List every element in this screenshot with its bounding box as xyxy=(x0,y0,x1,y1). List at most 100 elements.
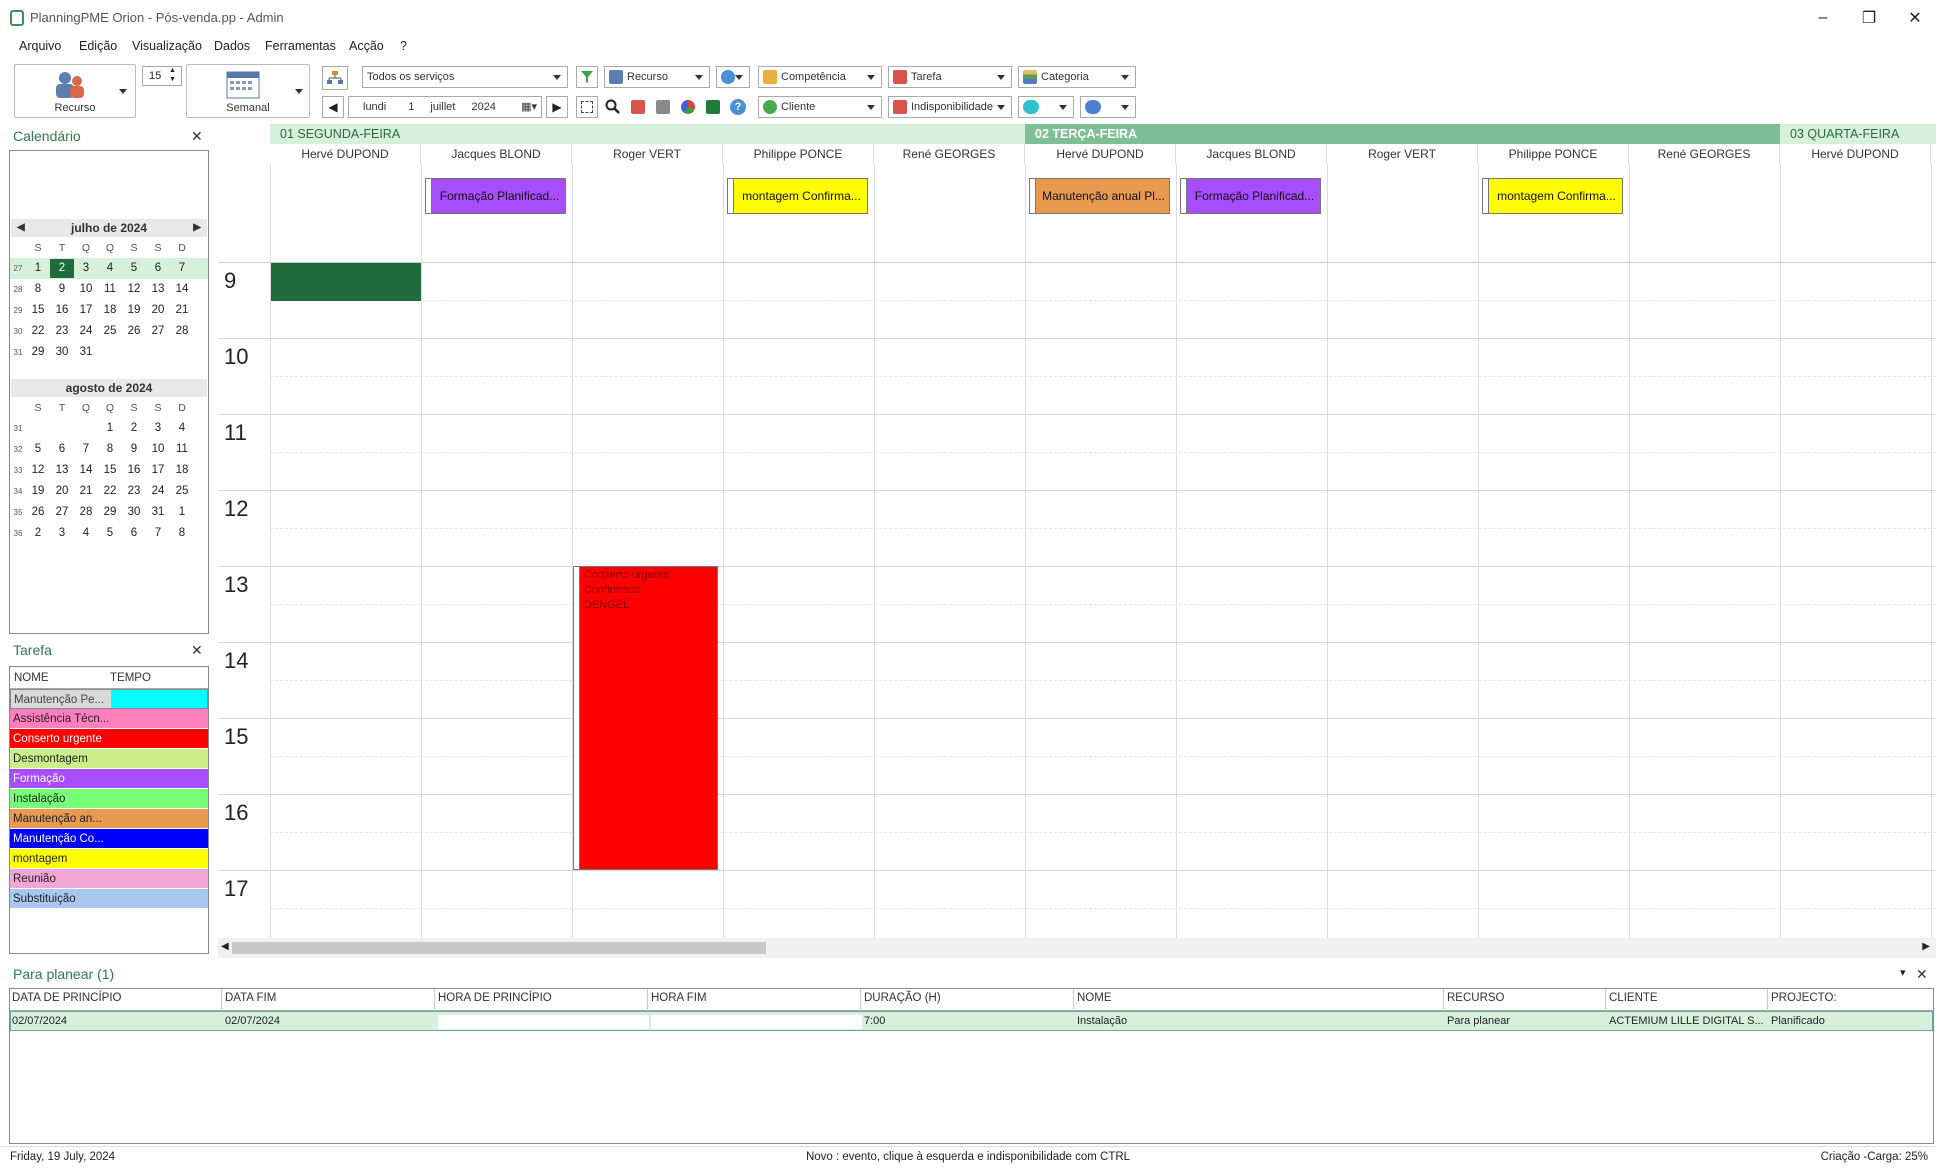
calendar-day[interactable]: 19 xyxy=(26,482,50,501)
day-header[interactable]: 02 TERÇA-FEIRA xyxy=(1025,124,1780,144)
task-row[interactable]: Manutenção Pe... xyxy=(10,689,208,709)
calendar-day[interactable]: 29 xyxy=(26,343,50,362)
calendar-day[interactable]: 4 xyxy=(98,259,122,278)
day-header[interactable]: 01 SEGUNDA-FEIRA xyxy=(270,124,1025,144)
to-plan-row[interactable]: 02/07/2024 02/07/2024 7:00 Instalação Para p… xyxy=(10,1011,1933,1031)
calendar-day[interactable]: 27 xyxy=(50,503,74,522)
to-plan-column-header[interactable]: HORA FIM xyxy=(651,992,707,1004)
menu-arquivo[interactable]: Arquivo xyxy=(19,39,61,53)
next-date-button[interactable]: ▶ xyxy=(546,96,568,118)
scrollbar-thumb[interactable] xyxy=(232,942,766,954)
calendar-day[interactable]: 4 xyxy=(74,524,98,543)
calendar-day[interactable]: 3 xyxy=(146,419,170,438)
calendar-day[interactable]: 15 xyxy=(98,461,122,480)
to-plan-column-header[interactable]: NOME xyxy=(1077,992,1112,1004)
calendar-day[interactable]: 11 xyxy=(98,280,122,299)
view-mode-button[interactable]: Semanal xyxy=(186,64,310,118)
task-row[interactable]: Manutenção an... xyxy=(10,809,208,829)
calendar-day[interactable]: 17 xyxy=(74,301,98,320)
calendar-day[interactable]: 24 xyxy=(74,322,98,341)
toggle-dropdown-2[interactable] xyxy=(1080,96,1136,118)
task-row[interactable]: Conserto urgente xyxy=(10,729,208,749)
menu-edicao[interactable]: Edição xyxy=(79,39,117,53)
task-row[interactable]: Substituição xyxy=(10,889,208,909)
previous-date-button[interactable]: ◀ xyxy=(322,96,344,118)
close-icon[interactable]: ✕ xyxy=(1916,966,1928,983)
to-plan-column-header[interactable]: DURAÇÃO (H) xyxy=(864,992,941,1004)
calendar-day[interactable]: 27 xyxy=(146,322,170,341)
calendar-day[interactable]: 29 xyxy=(98,503,122,522)
day-header[interactable]: 03 QUARTA-FEIRA xyxy=(1780,124,1936,144)
calendar-day[interactable]: 16 xyxy=(122,461,146,480)
calendar-day[interactable]: 5 xyxy=(98,524,122,543)
date-picker[interactable]: lundi 1 juillet 2024 ▦▾ xyxy=(348,96,542,118)
task-row[interactable]: Manutenção Co... xyxy=(10,829,208,849)
urgent-repair-event[interactable]: Conserto urgente Confirmado DENGEL xyxy=(573,566,718,870)
resource-column-header[interactable]: Hervé DUPOND xyxy=(270,144,421,164)
calendar-day[interactable]: 25 xyxy=(98,322,122,341)
calendar-day[interactable]: 6 xyxy=(122,524,146,543)
resource-column-header[interactable]: Jacques BLOND xyxy=(1176,144,1327,164)
calendar-day[interactable]: 7 xyxy=(170,259,194,278)
stepper-down-icon[interactable]: ▼ xyxy=(169,76,176,83)
calendar-day[interactable]: 12 xyxy=(26,461,50,480)
filter-icon[interactable] xyxy=(576,66,598,88)
scroll-right-icon[interactable]: ▶ xyxy=(1922,941,1930,952)
print-icon[interactable] xyxy=(652,96,674,118)
col-time-header[interactable]: TEMPO xyxy=(110,672,151,684)
calendar-day[interactable]: 18 xyxy=(98,301,122,320)
toggle-dropdown-1[interactable] xyxy=(1018,96,1074,118)
calendar-day[interactable]: 9 xyxy=(122,440,146,459)
calendar-add-icon[interactable] xyxy=(627,96,649,118)
close-icon[interactable]: ✕ xyxy=(191,128,203,145)
task-filter-dropdown[interactable]: Tarefa xyxy=(888,66,1012,88)
allday-event[interactable]: Manutenção anual Pl... xyxy=(1029,178,1170,214)
category-filter-dropdown[interactable]: Categoria xyxy=(1018,66,1136,88)
restore-button[interactable]: ❐ xyxy=(1846,0,1892,36)
help-icon[interactable]: ? xyxy=(727,96,749,118)
calendar-day[interactable]: 8 xyxy=(98,440,122,459)
to-plan-column-header[interactable]: HORA DE PRINCÍPIO xyxy=(438,992,552,1004)
calendar-day[interactable]: 28 xyxy=(74,503,98,522)
chevron-down-icon[interactable]: ▾ xyxy=(1900,966,1906,979)
calendar-day[interactable]: 28 xyxy=(170,322,194,341)
calendar-day[interactable]: 31 xyxy=(74,343,98,362)
task-row[interactable]: montagem xyxy=(10,849,208,869)
resource-column-header[interactable]: Philippe PONCE xyxy=(723,144,874,164)
calendar-day[interactable]: 24 xyxy=(146,482,170,501)
calendar-day[interactable]: 22 xyxy=(26,322,50,341)
task-row[interactable]: Formação xyxy=(10,769,208,789)
to-plan-column-header[interactable]: RECURSO xyxy=(1447,992,1505,1004)
calendar-day[interactable]: 7 xyxy=(74,440,98,459)
horizontal-scrollbar[interactable]: ◀ ▶ xyxy=(218,938,1936,958)
calendar-day[interactable]: 8 xyxy=(170,524,194,543)
menu-visualizacao[interactable]: Visualização xyxy=(132,39,202,53)
zoom-stepper[interactable]: 15 ▲ ▼ xyxy=(142,66,182,86)
task-row[interactable]: Instalação xyxy=(10,789,208,809)
resource-column-header[interactable]: Roger VERT xyxy=(1327,144,1478,164)
close-window-button[interactable]: ✕ xyxy=(1892,0,1936,36)
calendar-day[interactable]: 20 xyxy=(50,482,74,501)
calendar-day[interactable]: 7 xyxy=(146,524,170,543)
calendar-day[interactable]: 6 xyxy=(50,440,74,459)
task-row[interactable]: Assistência Técn... xyxy=(10,709,208,729)
excel-export-icon[interactable] xyxy=(702,96,724,118)
resource-column-header[interactable]: Jacques BLOND xyxy=(421,144,572,164)
calendar-day[interactable]: 2 xyxy=(50,259,74,278)
pie-chart-icon[interactable] xyxy=(677,96,699,118)
next-month-icon[interactable]: ▶ xyxy=(193,219,201,237)
resource-column-header[interactable]: Philippe PONCE xyxy=(1478,144,1629,164)
calendar-day[interactable]: 21 xyxy=(170,301,194,320)
calendar-day[interactable]: 5 xyxy=(26,440,50,459)
resource-column-header[interactable]: René GEORGES xyxy=(1629,144,1780,164)
previous-month-icon[interactable]: ◀ xyxy=(17,219,25,237)
close-icon[interactable]: ✕ xyxy=(191,642,203,659)
resource-column-header[interactable]: Hervé DUPOND xyxy=(1780,144,1931,164)
calendar-day[interactable]: 30 xyxy=(122,503,146,522)
calendar-day[interactable]: 6 xyxy=(146,259,170,278)
resource-column-header[interactable]: René GEORGES xyxy=(874,144,1025,164)
scroll-left-icon[interactable]: ◀ xyxy=(221,941,229,952)
calendar-day[interactable]: 17 xyxy=(146,461,170,480)
calendar-day[interactable]: 14 xyxy=(74,461,98,480)
selected-slot[interactable] xyxy=(271,263,421,301)
